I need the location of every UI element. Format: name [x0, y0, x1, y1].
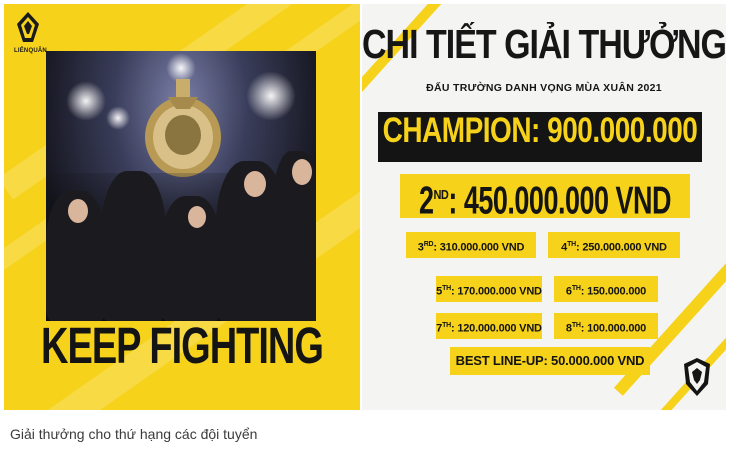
team-trophy-photo	[46, 51, 316, 321]
rank-suffix: RD	[423, 241, 434, 248]
fifth-prize: 5TH: 170.000.000 VND	[436, 276, 542, 302]
logo-text: LIÊNQUÂN	[14, 48, 47, 54]
eighth-prize: 8TH: 100.000.000 VND	[554, 313, 658, 361]
prize-amount: : 170.000.000 VND	[451, 285, 542, 298]
lienquan-logo: LIÊNQUÂN	[14, 12, 47, 54]
rank-suffix: TH	[571, 285, 581, 292]
third-prize: 3RD: 310.000.000 VND	[406, 232, 536, 258]
prize-amount: : 310.000.000 VND	[433, 241, 525, 254]
stage-light	[66, 81, 106, 121]
rank-suffix: TH	[567, 241, 577, 248]
stage-light	[246, 71, 296, 121]
rank-number: 2	[418, 178, 434, 222]
rank-suffix: ND	[433, 188, 449, 203]
second-prize: 2ND: 450.000.000 VND	[400, 174, 690, 222]
sixth-prize: 6TH: 150.000.000 VND	[554, 276, 658, 324]
rank-suffix: TH	[442, 285, 452, 292]
player-face	[244, 171, 266, 197]
image-caption: Giải thưởng cho thứ hạng các đội tuyển	[10, 426, 258, 442]
panel-title: CHI TIẾT GIẢI THƯỞNG	[362, 22, 726, 68]
prize-amount: : 250.000.000 VND	[576, 241, 667, 254]
rank-suffix: TH	[442, 322, 452, 329]
lienquan-emblem-icon	[17, 12, 39, 42]
player-face	[292, 159, 312, 185]
prize-amount: : 450.000.000 VND	[448, 178, 672, 222]
slogan-text: KEEP FIGHTING	[41, 318, 324, 376]
champion-prize: CHAMPION: 900.000.000 VND	[378, 111, 702, 212]
player-figure	[101, 171, 166, 321]
fourth-prize: 4TH: 250.000.000 VND	[548, 232, 680, 258]
stage-light	[106, 106, 130, 130]
panel-subtitle: ĐẤU TRƯỜNG DANH VỌNG MÙA XUÂN 2021	[426, 82, 662, 94]
best-lineup-prize: BEST LINE-UP: 50.000.000 VND	[450, 347, 650, 375]
prize-amount: : 120.000.000 VND	[451, 322, 542, 335]
tournament-shield-icon	[684, 358, 710, 396]
left-poster-panel: LIÊNQUÂN KEEP FIGHTING	[4, 4, 360, 410]
second-prize-text: 2ND: 450.000.000 VND	[419, 169, 672, 227]
player-face	[68, 199, 88, 223]
prize-infographic: LIÊNQUÂN KEEP FIGHTING CHI TIẾT GIẢI THƯ…	[4, 4, 726, 410]
player-face	[188, 206, 206, 228]
right-prize-panel: CHI TIẾT GIẢI THƯỞNG ĐẤU TRƯỜNG DANH VỌN…	[362, 4, 726, 410]
seventh-prize: 7TH: 120.000.000 VND	[436, 313, 542, 339]
rank-suffix: TH	[571, 322, 581, 329]
